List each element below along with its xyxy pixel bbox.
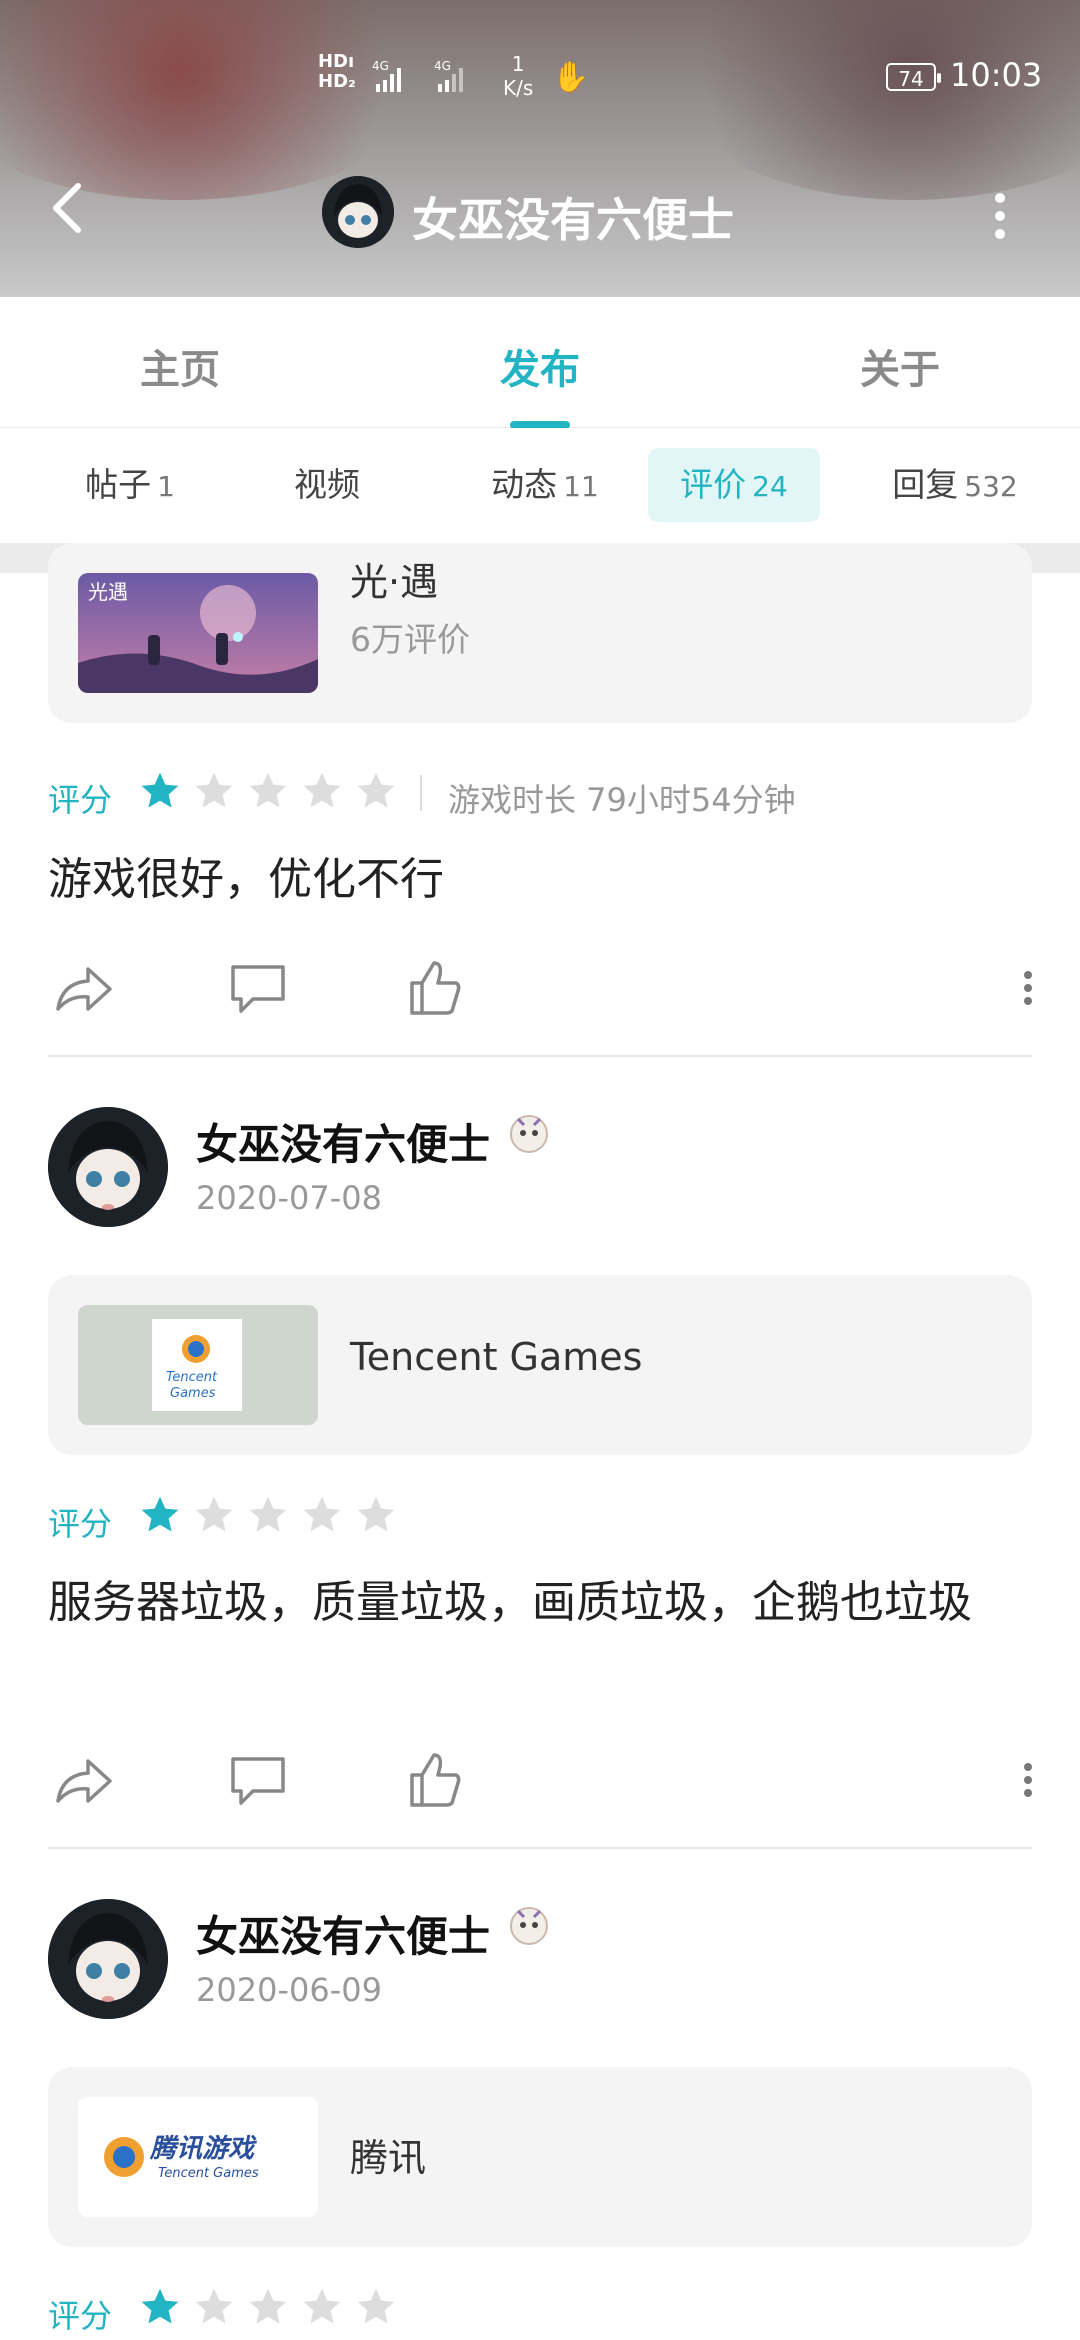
star-filled-icon	[141, 772, 179, 808]
comment-icon[interactable]	[223, 1745, 293, 1815]
tab-about[interactable]: 关于	[800, 337, 1000, 395]
main-tab-bar: 主页 发布 关于	[0, 297, 1080, 429]
rating-label: 评分	[48, 1505, 113, 1543]
review-date: 2020-06-09	[196, 1971, 382, 2009]
author-name[interactable]: 女巫没有六便士	[196, 1111, 490, 1172]
star-rating	[138, 769, 408, 817]
game-card[interactable]: 光遇 光·遇 6万评价	[48, 543, 1032, 723]
tab-posts[interactable]: 发布	[440, 337, 640, 395]
game-card[interactable]: 腾讯游戏 Tencent Games 腾讯	[48, 2067, 1032, 2247]
game-card[interactable]: Tencent Games Tencent Games	[48, 1275, 1032, 1455]
review-text: 游戏很好，优化不行	[48, 854, 444, 905]
more-vertical-icon[interactable]	[980, 186, 1020, 246]
profile-header: HDı HD₂ 4G 4G 1 K/s ✋ 74 10:03 女巫没有六便士	[0, 0, 1080, 297]
like-icon[interactable]	[398, 953, 468, 1023]
avatar[interactable]	[48, 1107, 168, 1227]
star-filled-icon	[141, 1496, 179, 1532]
status-bar: HDı HD₂ 4G 4G 1 K/s ✋ 74 10:03	[0, 0, 1080, 150]
star-empty-icon	[303, 1496, 341, 1532]
page-title: 女巫没有六便士	[412, 193, 734, 247]
svg-text:光遇: 光遇	[88, 580, 128, 604]
subtab-reviews[interactable]: 评价 24	[648, 448, 820, 522]
subtab-videos[interactable]: 视频	[250, 448, 410, 522]
game-name: 腾讯	[350, 2136, 427, 2180]
user-badge-icon	[510, 1115, 548, 1153]
game-thumbnail: 光遇	[78, 573, 318, 693]
svg-text:腾讯游戏: 腾讯游戏	[149, 2134, 257, 2164]
comment-icon[interactable]	[223, 953, 293, 1023]
rating-row: 评分	[48, 1493, 1048, 1543]
more-vertical-icon[interactable]	[1018, 1755, 1038, 1805]
signal-icon-2: 4G	[434, 59, 463, 92]
star-empty-icon	[357, 2288, 395, 2324]
gesture-icon: ✋	[552, 60, 590, 95]
star-empty-icon	[303, 2288, 341, 2324]
network-indicator: HDı HD₂	[318, 51, 356, 92]
more-vertical-icon[interactable]	[1018, 963, 1038, 1013]
avatar[interactable]	[322, 176, 394, 248]
game-thumbnail: 腾讯游戏 Tencent Games	[78, 2097, 318, 2217]
star-empty-icon	[195, 2288, 233, 2324]
star-empty-icon	[249, 2288, 287, 2324]
user-badge-icon	[510, 1907, 548, 1945]
star-empty-icon	[195, 772, 233, 808]
divider	[420, 775, 422, 811]
divider	[48, 1055, 1032, 1057]
svg-text:Tencent Games: Tencent Games	[158, 2166, 259, 2181]
rating-label: 评分	[48, 2297, 113, 2335]
review-actions	[48, 1745, 1038, 1815]
review-author[interactable]: 女巫没有六便士 2020-07-08	[48, 1107, 1048, 1231]
author-name[interactable]: 女巫没有六便士	[196, 1903, 490, 1964]
share-icon[interactable]	[48, 953, 118, 1023]
star-filled-icon	[141, 2288, 179, 2324]
top-app-bar: 女巫没有六便士	[0, 150, 1080, 297]
rating-row: 评分 游戏时长 79小时54分钟	[48, 769, 1048, 819]
subtab-posts[interactable]: 帖子 1	[50, 448, 210, 522]
clock: 10:03	[950, 56, 1043, 94]
network-speed: 1 K/s	[503, 52, 534, 100]
review-date: 2020-07-08	[196, 1179, 382, 1217]
game-thumbnail: Tencent Games	[78, 1305, 318, 1425]
star-empty-icon	[357, 1496, 395, 1532]
like-icon[interactable]	[398, 1745, 468, 1815]
avatar[interactable]	[48, 1899, 168, 2019]
subtab-moments[interactable]: 动态 11	[450, 448, 640, 522]
signal-icon: 4G	[372, 59, 401, 92]
share-icon[interactable]	[48, 1745, 118, 1815]
back-arrow-icon[interactable]	[40, 178, 100, 238]
game-name: 光·遇	[350, 560, 439, 604]
divider	[48, 1847, 1032, 1849]
rating-label: 评分	[48, 781, 113, 819]
star-empty-icon	[249, 772, 287, 808]
subtab-replies[interactable]: 回复 532	[855, 448, 1055, 522]
rating-row: 评分	[48, 2285, 1048, 2335]
tab-home[interactable]: 主页	[80, 337, 280, 395]
star-empty-icon	[249, 1496, 287, 1532]
playtime: 游戏时长 79小时54分钟	[448, 781, 796, 819]
game-review-count: 6万评价	[350, 620, 470, 659]
review-actions	[48, 953, 1038, 1023]
svg-text:Games: Games	[170, 1386, 216, 1401]
game-name: Tencent Games	[350, 1335, 643, 1379]
sub-tab-bar: 帖子 1 视频 动态 11 评价 24 回复 532	[0, 428, 1080, 543]
svg-text:4G: 4G	[372, 59, 389, 73]
star-empty-icon	[303, 772, 341, 808]
review-text: 服务器垃圾，质量垃圾，画质垃圾，企鹅也垃圾	[48, 1577, 972, 1628]
star-empty-icon	[195, 1496, 233, 1532]
star-rating	[138, 2285, 408, 2333]
battery-indicator: 74	[886, 63, 941, 91]
svg-text:Tencent: Tencent	[166, 1370, 218, 1385]
star-empty-icon	[357, 772, 395, 808]
svg-text:4G: 4G	[434, 59, 451, 73]
review-author[interactable]: 女巫没有六便士 2020-06-09	[48, 1899, 1048, 2023]
star-rating	[138, 1493, 408, 1541]
